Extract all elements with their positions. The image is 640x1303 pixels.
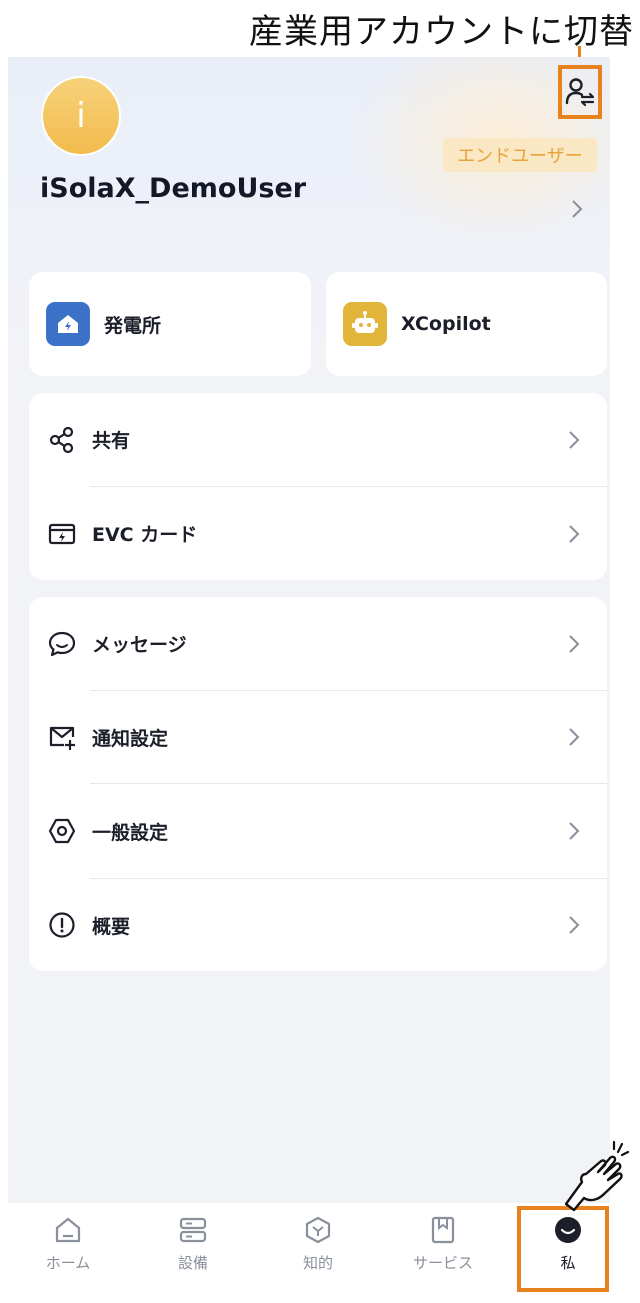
chevron-right-icon (569, 916, 580, 934)
home-icon (53, 1215, 83, 1245)
intelligence-icon (303, 1215, 333, 1245)
tab-intelligence[interactable]: 知的 (258, 1203, 378, 1303)
tab-me-highlight (517, 1206, 609, 1292)
menu-item-notification-settings-label: 通知設定 (92, 727, 169, 750)
menu-item-general-settings-label: 一般設定 (92, 821, 169, 844)
power-station-label: 発電所 (104, 314, 162, 337)
chevron-right-icon (569, 634, 580, 653)
menu-item-general-settings[interactable]: 一般設定 (29, 784, 607, 878)
menu-item-about-label: 概要 (92, 915, 131, 938)
robot-icon (343, 302, 387, 346)
chevron-right-icon (569, 728, 580, 746)
power-station-icon (46, 302, 90, 346)
menu-item-evc-card-label: EVC カード (92, 524, 198, 546)
devices-icon (178, 1215, 208, 1245)
tab-intelligence-label: 知的 (302, 1254, 333, 1272)
chevron-right-icon (569, 430, 580, 449)
tab-service-label: サービス (412, 1254, 473, 1272)
power-station-card[interactable]: 発電所 (29, 272, 311, 376)
annotation-title: 産業用アカウントに切替 (249, 12, 634, 52)
xcopilot-label: XCopilot (401, 313, 491, 335)
tab-home[interactable]: ホーム (8, 1203, 128, 1303)
menu-item-about[interactable]: 概要 (29, 879, 607, 971)
menu-item-share-label: 共有 (92, 430, 131, 452)
tab-service[interactable]: サービス (383, 1203, 503, 1303)
menu-group-share: 共有 EVC カード (29, 393, 607, 580)
info-icon (48, 911, 76, 939)
chevron-right-icon (569, 822, 580, 840)
message-icon (48, 630, 76, 658)
menu-item-share[interactable]: 共有 (29, 393, 607, 486)
avatar-letter: i (76, 96, 86, 136)
menu-item-message[interactable]: メッセージ (29, 597, 607, 690)
me-screen: i エンドユーザー iSolaX_DemoUser 発電所 XCopilot 共… (8, 57, 610, 1303)
menu-group-settings: メッセージ 通知設定 一般設定 概要 (29, 597, 607, 971)
tab-home-label: ホーム (45, 1254, 91, 1272)
xcopilot-card[interactable]: XCopilot (326, 272, 607, 376)
tab-devices-label: 設備 (177, 1254, 208, 1272)
tab-devices[interactable]: 設備 (133, 1203, 253, 1303)
username[interactable]: iSolaX_DemoUser (40, 173, 306, 204)
chevron-right-icon (569, 524, 580, 543)
notification-settings-icon (48, 723, 76, 751)
switch-account-icon (565, 78, 595, 107)
profile-chevron-right-icon[interactable] (570, 199, 584, 219)
menu-item-message-label: メッセージ (92, 634, 187, 656)
share-icon (48, 426, 76, 454)
general-settings-icon (48, 817, 76, 845)
menu-item-evc-card[interactable]: EVC カード (29, 487, 607, 580)
avatar[interactable]: i (41, 76, 121, 156)
role-badge: エンドユーザー (443, 138, 597, 172)
evc-card-icon (48, 520, 76, 548)
service-icon (428, 1215, 458, 1245)
menu-item-notification-settings[interactable]: 通知設定 (29, 691, 607, 783)
pointing-hand-icon (564, 1140, 630, 1212)
switch-account-button[interactable] (558, 65, 602, 119)
